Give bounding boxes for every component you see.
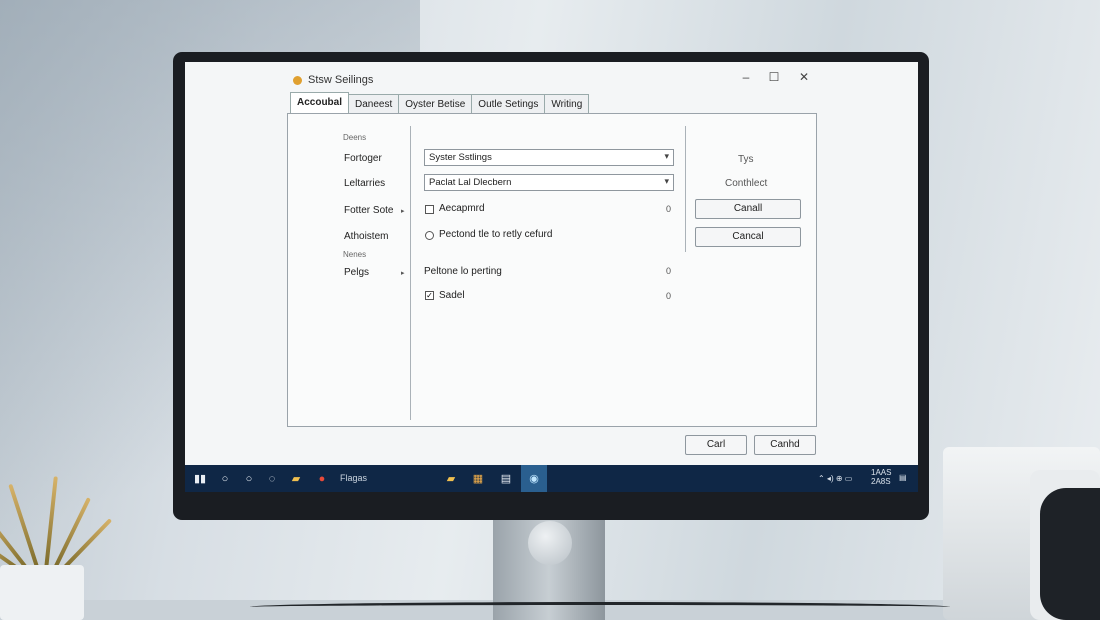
- file-explorer-icon[interactable]: ▰: [289, 472, 303, 486]
- select-value: Syster Sstlings: [429, 152, 492, 163]
- maximize-button[interactable]: ☐: [764, 70, 784, 84]
- left-heading: Deens: [343, 133, 367, 142]
- left-item-leltarries[interactable]: Leltarries: [344, 178, 385, 189]
- option-value: 0: [666, 291, 672, 301]
- plant-pot: [0, 565, 84, 620]
- screen: Stsw Seilings – ☐ ✕ Accoubal Daneest Oys…: [185, 62, 918, 492]
- chrome-icon[interactable]: ●: [315, 472, 329, 486]
- left-item-fortoger[interactable]: Fortoger: [344, 153, 382, 164]
- select-value: Paclat Lal Dlecbern: [429, 177, 512, 188]
- checkbox-aecapmrd[interactable]: [425, 205, 434, 214]
- chevron-right-icon: ▸: [401, 208, 405, 215]
- tray-icons[interactable]: ⌃ ◂) ⊕ ▭: [818, 474, 852, 483]
- tab-outle-setings[interactable]: Outle Setings: [471, 94, 546, 114]
- monitor: Stsw Seilings – ☐ ✕ Accoubal Daneest Oys…: [173, 52, 929, 520]
- divider: [410, 126, 411, 420]
- option-value: 0: [666, 204, 672, 214]
- chevron-right-icon: ▸: [401, 270, 405, 277]
- radio-pectond[interactable]: [425, 231, 434, 240]
- cancal-button[interactable]: Cancal: [695, 227, 801, 247]
- folder-icon[interactable]: ▰: [444, 472, 458, 486]
- close-button[interactable]: ✕: [794, 70, 814, 84]
- start-icon[interactable]: ▮▮: [193, 472, 207, 486]
- tab-oyster-betise[interactable]: Oyster Betise: [398, 94, 473, 114]
- secondary-select[interactable]: Paclat Lal Dlecbern ▾: [424, 174, 674, 191]
- canhd-button[interactable]: Canhd: [754, 435, 816, 455]
- chevron-down-icon: ▾: [664, 176, 669, 186]
- minimize-button[interactable]: –: [736, 70, 756, 84]
- app-icon: [293, 75, 302, 85]
- system-settings-select[interactable]: Syster Sstlings ▾: [424, 149, 674, 166]
- chat-icon[interactable]: ◌: [265, 472, 279, 486]
- speaker-woofer: [1040, 488, 1100, 620]
- option-label: Aecapmrd: [439, 203, 485, 214]
- window-title: Stsw Seilings: [308, 74, 374, 86]
- option-label: Pectond tle to retly cefurd: [439, 229, 553, 240]
- task-view-icon[interactable]: ○: [242, 472, 256, 486]
- divider: [685, 126, 686, 252]
- tab-accoubal[interactable]: Accoubal: [290, 92, 350, 114]
- right-label-conthlect: Conthlect: [725, 178, 768, 189]
- calendar-icon[interactable]: ▦: [471, 472, 485, 486]
- store-icon[interactable]: ▤: [499, 472, 513, 486]
- right-label-tys: Tys: [738, 154, 754, 165]
- taskbar-app-label[interactable]: Flagas: [340, 473, 367, 483]
- option-value: 0: [666, 266, 672, 276]
- edge-icon[interactable]: ◉: [527, 472, 541, 486]
- tab-bar: Accoubal Daneest Oyster Betise Outle Set…: [290, 92, 590, 114]
- left-item-athoistem[interactable]: Athoistem: [344, 231, 388, 242]
- left-item-pelgs[interactable]: Pelgs: [344, 267, 369, 278]
- settings-panel: Deens Fortoger Leltarries Fotter Sote ▸ …: [287, 113, 817, 427]
- left-subheading: Nenes: [343, 250, 367, 259]
- left-item-fotter-sote[interactable]: Fotter Sote: [344, 205, 393, 216]
- carl-button[interactable]: Carl: [685, 435, 747, 455]
- option-label: Sadel: [439, 290, 465, 301]
- option-label: Peltone lo perting: [424, 266, 502, 277]
- clock[interactable]: 1AAS 2A8S: [871, 468, 891, 486]
- canall-button[interactable]: Canall: [695, 199, 801, 219]
- checkbox-sadel[interactable]: ✓: [425, 291, 434, 300]
- tab-daneest[interactable]: Daneest: [348, 94, 400, 114]
- cable: [250, 602, 950, 612]
- chevron-down-icon: ▾: [664, 151, 669, 161]
- window-titlebar: Stsw Seilings: [293, 74, 373, 86]
- search-icon[interactable]: ○: [218, 472, 232, 486]
- tab-writing[interactable]: Writing: [544, 94, 590, 114]
- taskbar: ▮▮ ○ ○ ◌ ▰ ● Flagas ▰ ▦ ▤ ◉ ⌃ ◂) ⊕ ▭ 1AA…: [185, 465, 918, 492]
- stand-knob: [528, 521, 572, 565]
- notification-icon[interactable]: ▤: [899, 473, 907, 482]
